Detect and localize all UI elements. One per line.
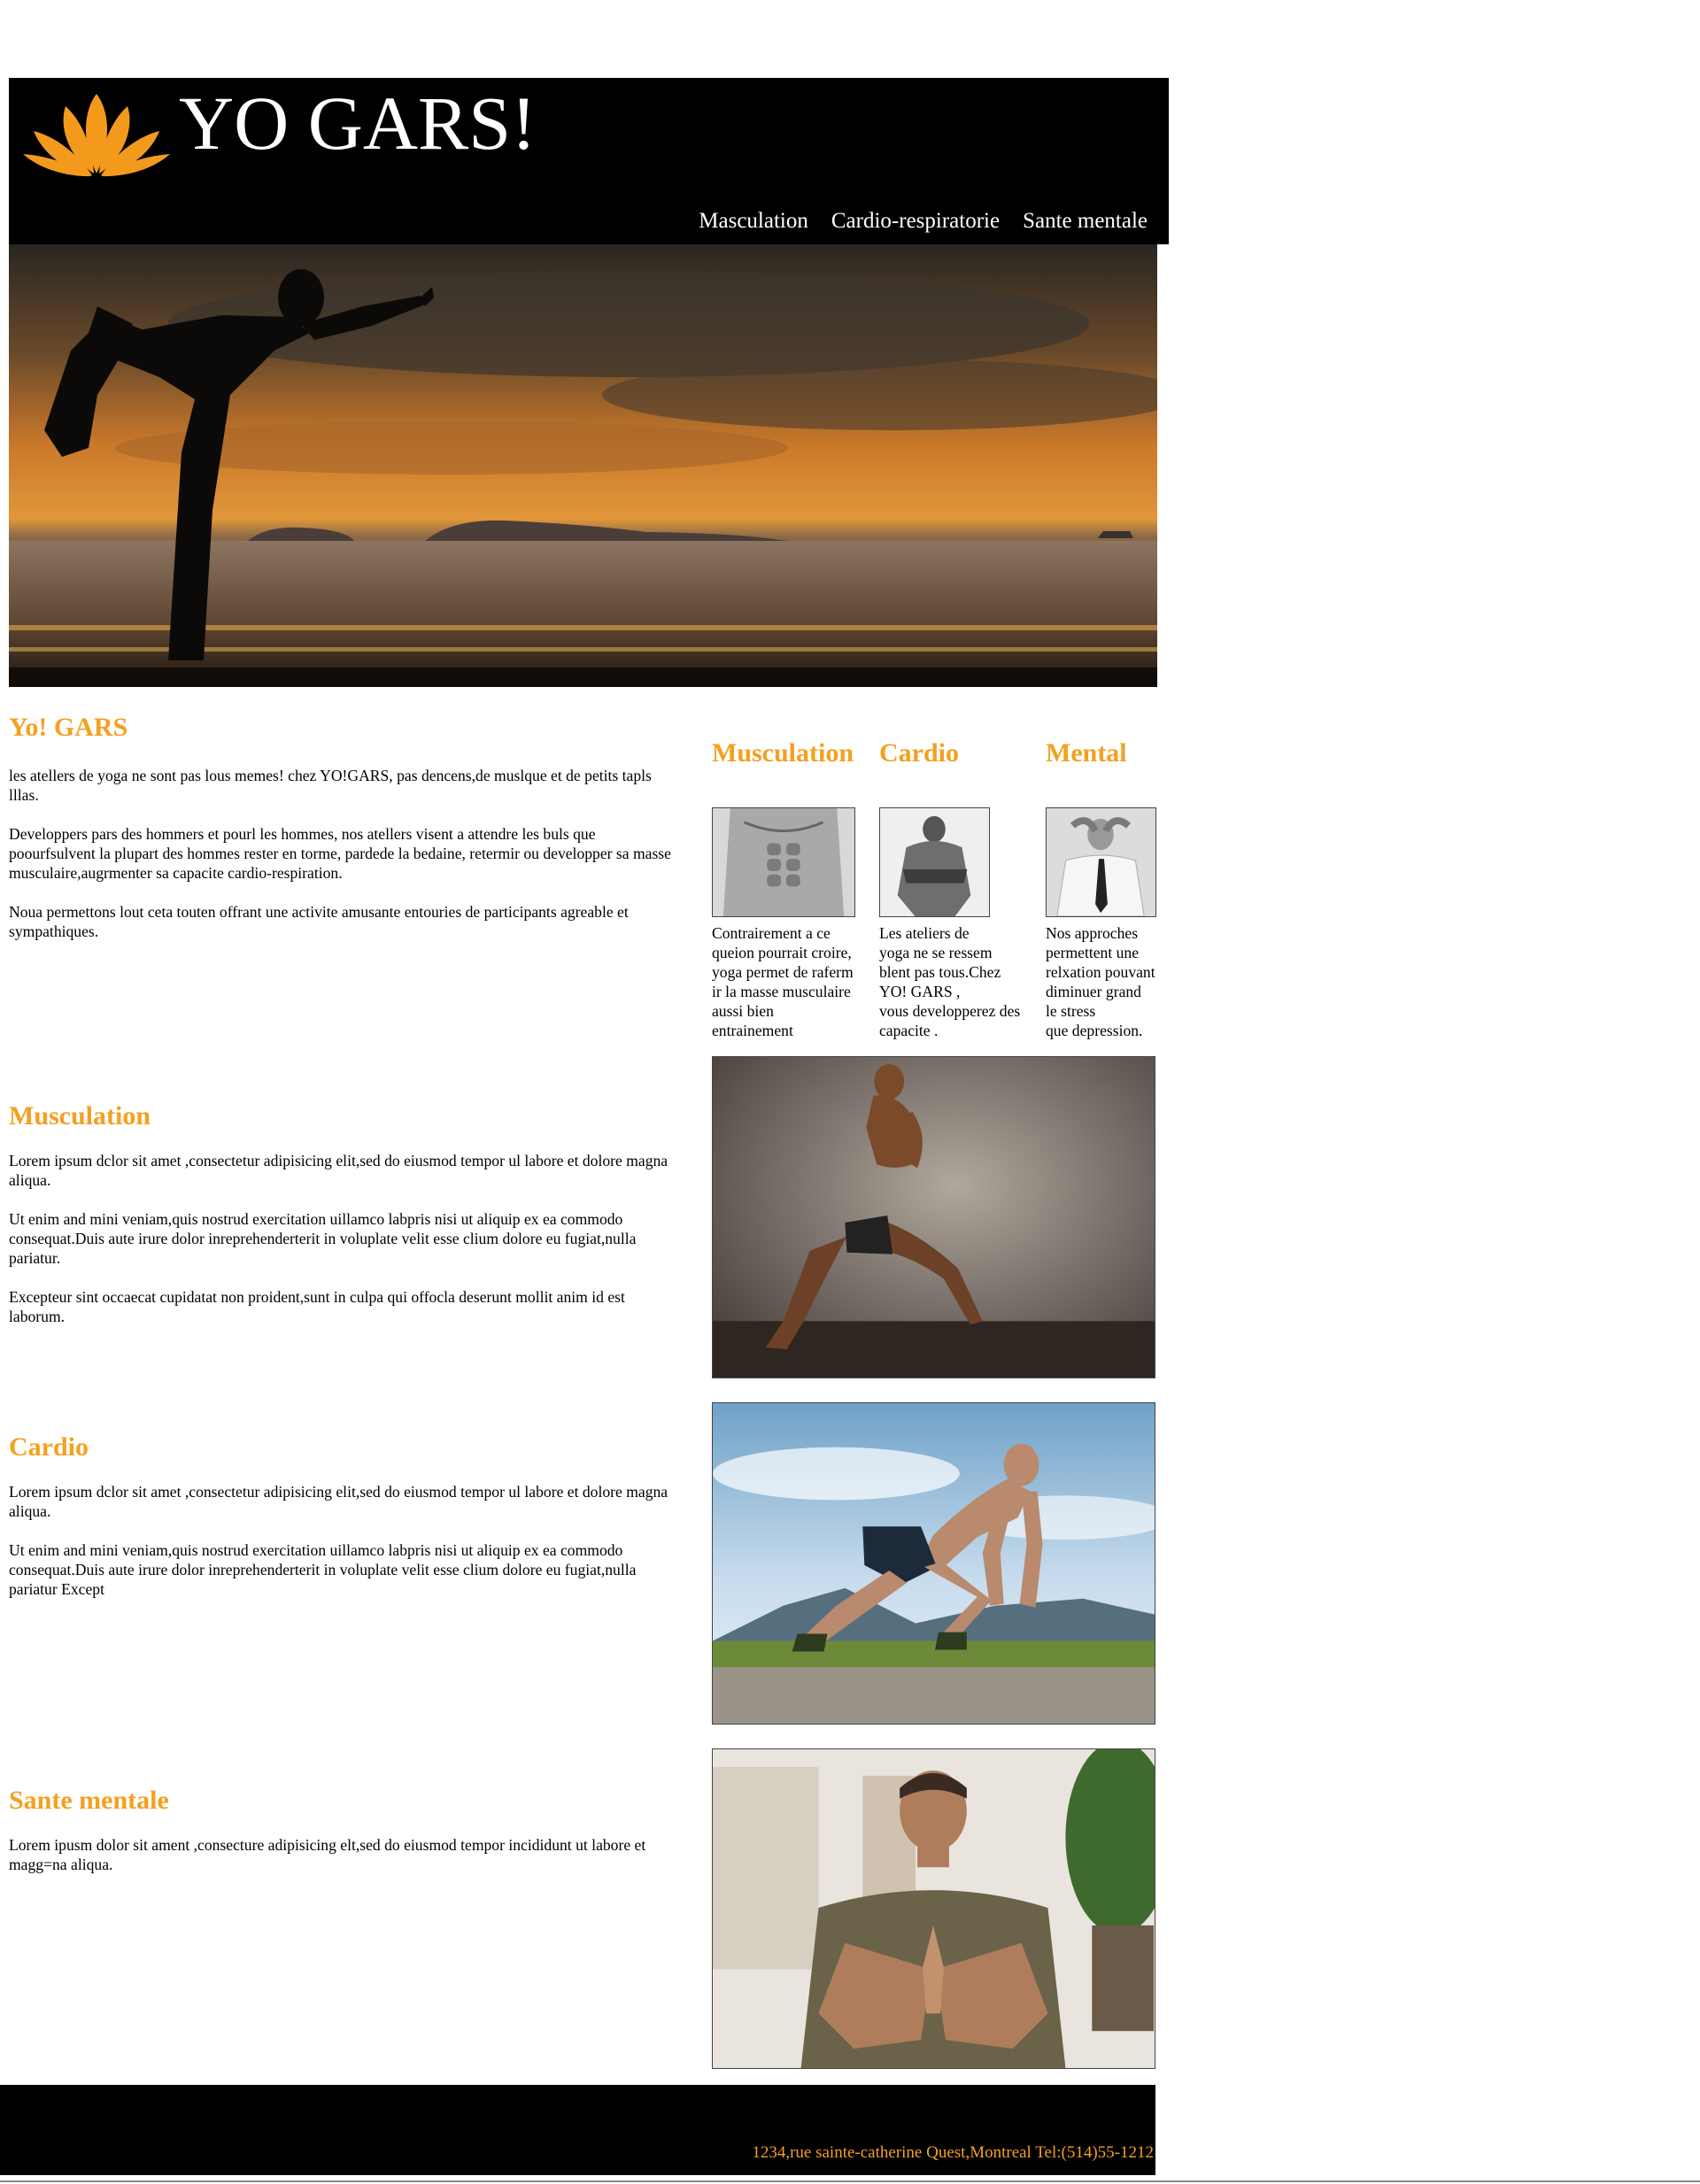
footer-contact: 1234,rue sainte-catherine Quest,Montreal… <box>752 2143 1154 2162</box>
feature-title: Mental <box>1046 738 1127 768</box>
section-heading: Sante mentale <box>9 1786 169 1815</box>
section-paragraph: Excepteur sint occaecat cupidatat non pr… <box>9 1288 625 1325</box>
intro-paragraph: Developpers pars des hommers et pourl le… <box>9 825 671 882</box>
man-crouching-thumbnail <box>879 807 990 917</box>
section-cardio: Cardio Lorem ipsum dclor sit amet ,conse… <box>9 1432 678 1618</box>
meditating-man-photo <box>712 1748 1155 2069</box>
section-musculation: Musculation Lorem ipsum dclor sit amet ,… <box>9 1101 678 1346</box>
intro-section: Yo! GARS les atellers de yoga ne sont pa… <box>9 713 678 961</box>
section-paragraph: Lorem ipsum dclor sit amet ,consectetur … <box>9 1483 668 1520</box>
intro-paragraph: les atellers de yoga ne sont pas lous me… <box>9 767 652 804</box>
feature-text: Contrairement a ce queion pourrait croir… <box>712 924 854 1039</box>
feature-text: Les ateliers de yoga ne se ressem blent … <box>879 924 1021 1039</box>
section-heading: Musculation <box>9 1101 151 1131</box>
section-paragraph: Ut enim and mini veniam,quis nostrud exe… <box>9 1541 637 1598</box>
section-paragraph: Lorem ipsum dclor sit amet ,consectetur … <box>9 1152 668 1189</box>
section-paragraph: Ut enim and mini veniam,quis nostrud exe… <box>9 1210 637 1267</box>
hero-yoga-sunset-image <box>9 244 1157 687</box>
intro-paragraph: Noua permettons lout ceta touten offrant… <box>9 903 629 940</box>
relaxing-man-thumbnail <box>1046 807 1156 917</box>
sprint-start-photo <box>712 1402 1155 1725</box>
site-header: YO GARS! Masculation Cardio-respiratorie… <box>9 78 1169 244</box>
main-nav: Masculation Cardio-respiratorie Sante me… <box>699 209 1148 234</box>
section-paragraph: Lorem ipusm dolor sit ament ,consecture … <box>9 1836 646 1873</box>
feature-title: Musculation <box>712 738 854 768</box>
feature-text: Nos approches permettent une relxation p… <box>1046 924 1155 1039</box>
nav-link-masculation[interactable]: Masculation <box>699 209 808 234</box>
intro-heading: Yo! GARS <box>9 713 128 742</box>
lotus-logo-icon <box>23 94 170 177</box>
feature-cardio: Cardio <box>879 738 1047 768</box>
lunge-stretch-photo <box>712 1056 1155 1378</box>
nav-link-sante-mentale[interactable]: Sante mentale <box>1023 209 1148 234</box>
bottom-divider <box>0 2180 1700 2182</box>
feature-mental: Mental <box>1046 738 1170 768</box>
site-title: YO GARS! <box>179 81 537 166</box>
nav-link-cardio[interactable]: Cardio-respiratorie <box>831 209 1000 234</box>
site-footer: 1234,rue sainte-catherine Quest,Montreal… <box>0 2085 1155 2175</box>
feature-musculation: Musculation <box>712 738 879 768</box>
feature-title: Cardio <box>879 738 959 768</box>
section-heading: Cardio <box>9 1432 89 1462</box>
abs-torso-thumbnail <box>712 807 855 917</box>
section-sante-mentale: Sante mentale Lorem ipusm dolor sit amen… <box>9 1786 678 1894</box>
